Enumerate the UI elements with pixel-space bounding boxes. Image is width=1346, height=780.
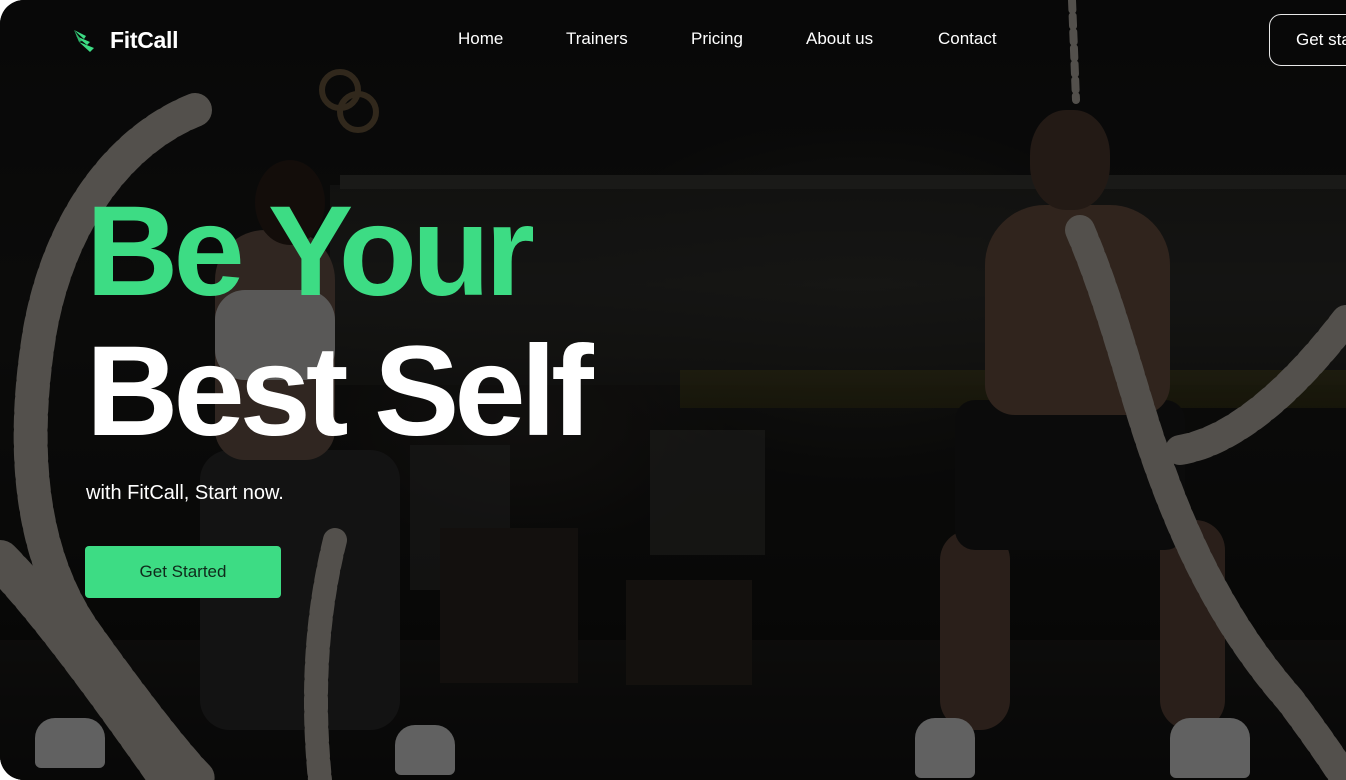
brand-name: FitCall: [110, 26, 179, 53]
nav-item-pricing[interactable]: Pricing: [691, 29, 743, 49]
hero-subtitle: with FitCall, Start now.: [86, 482, 284, 504]
header-get-started-button[interactable]: Get started: [1269, 14, 1346, 66]
brand-logo[interactable]: FitCall: [72, 26, 178, 54]
nav-item-trainers[interactable]: Trainers: [566, 29, 628, 49]
nav-item-contact[interactable]: Contact: [938, 29, 997, 49]
nav-item-about-us[interactable]: About us: [806, 29, 873, 49]
hero-headline-line2: Best Self: [86, 320, 594, 463]
hero-headline-line1: Be Your: [86, 180, 535, 323]
get-started-button[interactable]: Get Started: [85, 546, 281, 598]
nav-item-home[interactable]: Home: [458, 29, 503, 49]
page-frame: FitCall Home Trainers Pricing About us C…: [0, 0, 1346, 780]
wing-icon: [74, 30, 94, 52]
